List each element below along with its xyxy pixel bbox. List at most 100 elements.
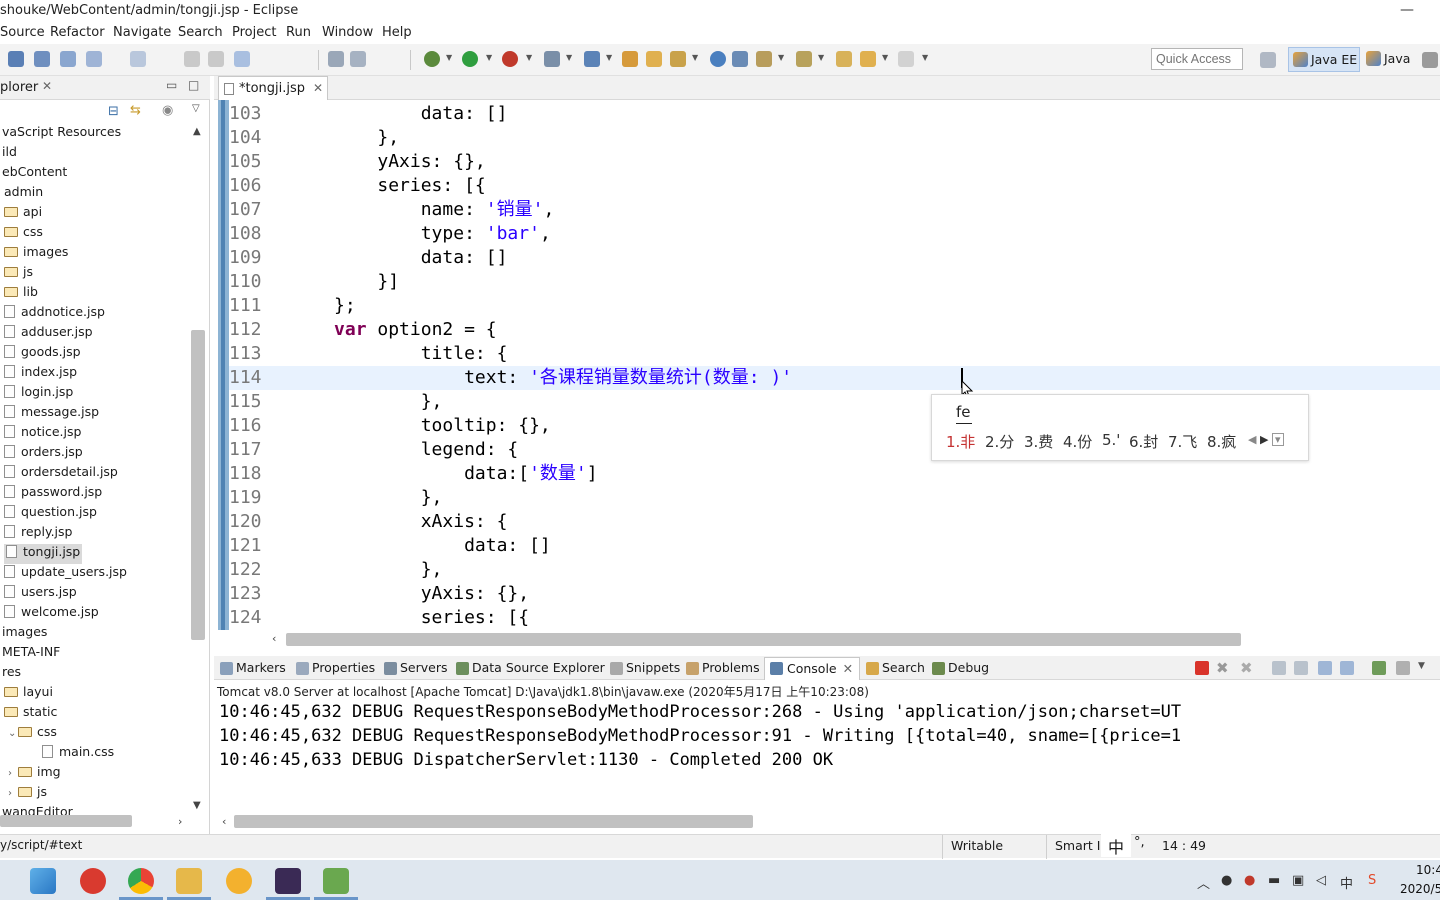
scroll-right-icon[interactable]: › — [178, 815, 182, 828]
scroll-lock-icon[interactable] — [1294, 661, 1308, 675]
forward-arrow-icon[interactable] — [898, 51, 914, 67]
tree-item[interactable]: question.jsp — [4, 504, 97, 524]
run-icon[interactable] — [462, 51, 478, 67]
network-icon[interactable]: ▣ — [1292, 873, 1304, 888]
code-line[interactable]: 110 }] — [229, 270, 1440, 294]
menu-run[interactable]: Run — [286, 25, 311, 40]
tree-item[interactable]: password.jsp — [4, 484, 102, 504]
ime-candidate[interactable]: 7.飞 — [1168, 431, 1197, 452]
chevron-down-icon[interactable]: ▼ — [486, 53, 492, 62]
maximize-view-icon[interactable]: □ — [188, 78, 199, 92]
tree-item[interactable]: index.jsp — [4, 364, 77, 384]
web-browser-icon[interactable] — [732, 51, 748, 67]
skip-breakpoints-icon[interactable] — [234, 51, 250, 67]
remove-all-icon[interactable]: ✖ — [1240, 659, 1253, 677]
code-line[interactable]: 124 series: [{ — [229, 606, 1440, 630]
ime-tray-icon[interactable]: 中 — [1340, 873, 1353, 892]
chevron-down-icon[interactable]: ▼ — [606, 53, 612, 62]
scroll-down-icon[interactable]: ▼ — [193, 800, 201, 811]
code-line[interactable]: 121 data: [] — [229, 534, 1440, 558]
code-line[interactable]: 114 text: '各课程销量数量统计(数量: )' — [229, 366, 1440, 390]
chevron-down-icon[interactable]: ▼ — [818, 53, 824, 62]
code-line[interactable]: 119 }, — [229, 486, 1440, 510]
clock-date[interactable]: 2020/5 — [1400, 882, 1440, 896]
ime-candidate[interactable]: 3.费 — [1024, 431, 1053, 452]
editor-horizontal-scrollbar[interactable] — [286, 633, 1241, 646]
explorer-horizontal-scrollbar[interactable] — [0, 815, 132, 827]
display-console-icon[interactable] — [1396, 661, 1410, 675]
code-line[interactable]: 105 yAxis: {}, — [229, 150, 1440, 174]
tree-item[interactable]: ebContent — [2, 164, 67, 184]
code-line[interactable]: 104 }, — [229, 126, 1440, 150]
print-icon[interactable] — [86, 51, 102, 67]
menu-search[interactable]: Search — [178, 25, 223, 40]
new-icon[interactable] — [8, 51, 24, 67]
tab-data-source-explorer[interactable]: Data Source Explorer — [454, 660, 605, 675]
tree-item[interactable]: › js — [8, 784, 47, 804]
tree-item[interactable]: images — [4, 244, 68, 264]
toggle-mark-icon[interactable] — [328, 51, 344, 67]
tab-properties[interactable]: Properties — [294, 660, 375, 675]
gear-icon[interactable] — [1422, 52, 1438, 68]
tree-item[interactable]: › img — [8, 764, 61, 784]
tree-item[interactable]: lib — [4, 284, 38, 304]
close-icon[interactable]: ✕ — [313, 81, 323, 95]
tray-app-icon[interactable]: ● — [1221, 873, 1232, 888]
pin-console-icon[interactable] — [1372, 661, 1386, 675]
code-line[interactable]: 108 type: 'bar', — [229, 222, 1440, 246]
chevron-down-icon[interactable]: ▼ — [778, 53, 784, 62]
tree-item[interactable]: notice.jsp — [4, 424, 81, 444]
block-selection-icon[interactable] — [350, 51, 366, 67]
ime-next-page-icon[interactable]: ▶ — [1260, 433, 1268, 446]
tree-item[interactable]: api — [4, 204, 42, 224]
annotation-icon[interactable] — [756, 51, 772, 67]
tree-item[interactable]: goods.jsp — [4, 344, 81, 364]
new-server-icon[interactable] — [584, 51, 600, 67]
tree-item[interactable]: META-INF — [2, 644, 60, 664]
tree-item[interactable]: vaScript Resources — [2, 124, 121, 144]
chevron-right-icon[interactable]: › — [8, 788, 18, 799]
sogou-ime-icon[interactable]: S — [1368, 873, 1376, 888]
ime-punctuation-indicator[interactable]: °, — [1134, 835, 1145, 850]
chevron-down-icon[interactable]: ▼ — [566, 53, 572, 62]
tree-item[interactable]: tongji.jsp — [4, 544, 83, 564]
perspective-javaee-button[interactable]: Java EE — [1288, 47, 1360, 72]
view-menu-icon[interactable]: ▽ — [192, 103, 200, 114]
chevron-down-icon[interactable]: ⌄ — [8, 728, 18, 739]
explorer-vertical-scrollbar[interactable] — [191, 330, 205, 640]
ime-candidate[interactable]: 6.封 — [1129, 431, 1158, 452]
chevron-right-icon[interactable]: › — [8, 768, 18, 779]
save-icon[interactable] — [34, 51, 50, 67]
code-line[interactable]: 111 }; — [229, 294, 1440, 318]
app-launcher-icon[interactable] — [30, 868, 56, 894]
run-server-icon[interactable] — [502, 51, 518, 67]
back-arrow-icon[interactable] — [860, 51, 876, 67]
chevron-down-icon[interactable]: ▼ — [1418, 661, 1425, 671]
tree-item[interactable]: js — [4, 264, 33, 284]
tab-console[interactable]: Console ✕ — [764, 657, 861, 680]
menu-help[interactable]: Help — [382, 25, 412, 40]
scroll-up-icon[interactable]: ▲ — [193, 126, 201, 137]
next-annotation-icon[interactable] — [796, 51, 812, 67]
tree-item[interactable]: message.jsp — [4, 404, 99, 424]
qq-icon[interactable]: ● — [1244, 873, 1255, 888]
chevron-up-icon[interactable]: ︿ — [1197, 873, 1210, 892]
tree-item[interactable]: users.jsp — [4, 584, 77, 604]
minimize-view-icon[interactable]: ▭ — [166, 78, 177, 92]
show-stderr-icon[interactable] — [1340, 661, 1354, 675]
remove-launch-icon[interactable]: ✖ — [1216, 659, 1229, 677]
chevron-down-icon[interactable]: ▼ — [446, 53, 452, 62]
ime-mode-indicator[interactable]: 中 — [1101, 829, 1131, 857]
tree-item[interactable]: reply.jsp — [4, 524, 72, 544]
code-line[interactable]: 120 xAxis: { — [229, 510, 1440, 534]
tree-item[interactable]: adduser.jsp — [4, 324, 93, 344]
menu-navigate[interactable]: Navigate — [113, 25, 171, 40]
show-stdout-icon[interactable] — [1318, 661, 1332, 675]
volume-icon[interactable]: ◁ — [1316, 873, 1326, 888]
clock-time[interactable]: 10:4 — [1416, 863, 1440, 877]
clear-console-icon[interactable] — [1272, 661, 1286, 675]
tree-item[interactable]: ordersdetail.jsp — [4, 464, 118, 484]
perspective-java-button[interactable]: Java — [1364, 51, 1410, 66]
editor-tab-tongji[interactable]: *tongji.jsp ✕ — [218, 76, 328, 100]
tab-problems[interactable]: Problems — [684, 660, 760, 675]
